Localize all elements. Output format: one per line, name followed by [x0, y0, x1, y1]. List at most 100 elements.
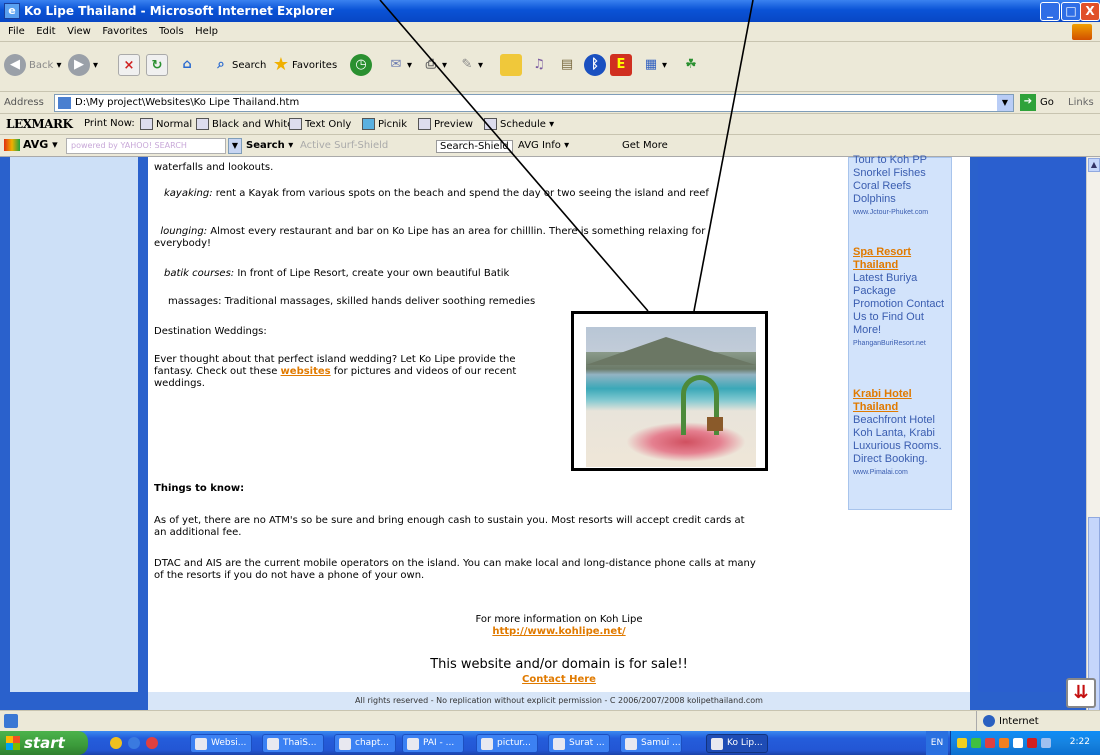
print-normal-button[interactable]: Normal [140, 118, 192, 130]
stop-button[interactable]: × [118, 54, 140, 78]
address-input[interactable]: D:\My project\Websites\Ko Lipe Thailand.… [54, 94, 1014, 112]
beach-wedding-photo [586, 327, 756, 467]
favorites-button[interactable]: ★ Favorites [270, 54, 337, 78]
websites-link[interactable]: websites [281, 366, 331, 377]
massages-paragraph: massages: Traditional massages, skilled … [168, 296, 536, 307]
task-pictures[interactable]: pictur... [476, 734, 538, 753]
history-icon: ◷ [350, 54, 372, 76]
tool-button-people[interactable]: ☘ [680, 54, 702, 78]
task-pai[interactable]: PAI - ... [402, 734, 464, 753]
quicklaunch-icon-1[interactable] [110, 737, 122, 749]
refresh-button[interactable]: ↻ [146, 54, 168, 78]
avg-logo-icon [4, 139, 20, 151]
things-to-know-heading: Things to know: [154, 483, 245, 494]
ad-spa-resort[interactable]: Spa Resort Thailand Latest Buriya Packag… [853, 246, 953, 350]
scroll-to-bottom-icon[interactable]: ⇊ [1066, 678, 1096, 708]
scroll-up-icon[interactable]: ▲ [1088, 158, 1100, 172]
search-shield-button[interactable]: Search-Shield [436, 140, 513, 153]
tool-button-red[interactable]: E [610, 54, 632, 78]
search-button[interactable]: ⌕ Search [210, 54, 266, 78]
research-button[interactable]: ▤ [556, 54, 578, 78]
go-button[interactable]: Go [1040, 97, 1054, 108]
active-surf-shield[interactable]: Active Surf-Shield [300, 140, 388, 151]
tray-icon-3[interactable] [985, 738, 995, 748]
task-samui[interactable]: Samui ... [620, 734, 682, 753]
messenger-button[interactable]: ♫ [528, 54, 550, 78]
yahoo-search-dropdown[interactable]: ▼ [228, 138, 242, 154]
task-thais[interactable]: ThaiS... [262, 734, 324, 753]
folder-button[interactable] [500, 54, 522, 78]
lexmark-toolbar: LEXMARK Print Now: Normal Black and Whit… [0, 114, 1100, 135]
minimize-button[interactable]: _ [1040, 2, 1060, 21]
menu-help[interactable]: Help [195, 26, 218, 37]
window-title: Ko Lipe Thailand - Microsoft Internet Ex… [24, 4, 334, 18]
ad-krabi-title[interactable]: Krabi Hotel Thailand [853, 388, 953, 414]
tray-icon-2[interactable] [971, 738, 981, 748]
tray-icon-5[interactable] [1013, 738, 1023, 748]
folder-icon [500, 54, 522, 76]
weddings-line-3: weddings. [154, 378, 205, 389]
tray-icon-4[interactable] [999, 738, 1009, 748]
language-indicator[interactable]: EN [926, 731, 948, 755]
links-button[interactable]: Links [1068, 97, 1094, 108]
task-surat[interactable]: Surat ... [548, 734, 610, 753]
close-button[interactable]: X [1080, 2, 1100, 21]
menu-edit[interactable]: Edit [36, 26, 55, 37]
go-arrow-icon[interactable]: ➔ [1020, 94, 1036, 111]
schedule-button[interactable]: Schedule ▾ [484, 118, 554, 130]
tray-icon-7[interactable] [1041, 738, 1051, 748]
wedding-photo-frame [571, 311, 768, 471]
avg-info-button[interactable]: AVG Info ▾ [518, 140, 569, 151]
lexmark-logo[interactable]: LEXMARK [6, 117, 73, 131]
for-sale-text: This website and/or domain is for sale!! [430, 657, 688, 672]
contact-here-link[interactable]: Contact Here [522, 674, 596, 685]
chart-icon: ▦ [644, 57, 658, 72]
back-button[interactable]: ◀ Back ▾ [4, 54, 61, 78]
stop-icon: × [118, 54, 140, 76]
atm-paragraph: As of yet, there are no ATM's so be sure… [154, 515, 745, 538]
copyright-footer: All rights reserved - No replication wit… [148, 692, 970, 710]
ad-spa-title[interactable]: Spa Resort Thailand [853, 246, 953, 272]
avg-search-button[interactable]: Search ▾ [246, 140, 293, 151]
preview-button[interactable]: Preview [418, 118, 473, 130]
picnik-button[interactable]: Picnik [362, 118, 407, 130]
preview-icon [418, 118, 431, 130]
print-text-only-button[interactable]: Text Only [289, 118, 351, 130]
tray-icon-1[interactable] [957, 738, 967, 748]
get-more-button[interactable]: Get More [622, 140, 668, 151]
ad-krabi-hotel[interactable]: Krabi Hotel Thailand Beachfront Hotel Ko… [853, 388, 953, 479]
ad-tour-lines[interactable]: Tour to Koh PP Snorkel Fishes Coral Reef… [853, 154, 953, 219]
task-ko-lipe[interactable]: Ko Lip... [706, 734, 768, 753]
vertical-scrollbar[interactable]: ▲ [1086, 157, 1100, 727]
maximize-button[interactable]: □ [1061, 2, 1081, 21]
mail-icon: ✉ [390, 57, 402, 72]
task-chapter[interactable]: chapt... [334, 734, 396, 753]
kohlipe-link[interactable]: http://www.kohlipe.net/ [492, 626, 625, 637]
favorites-star-icon: ★ [272, 54, 290, 75]
tool-button-chart[interactable]: ▦ ▾ [640, 54, 667, 78]
title-bar: e Ko Lipe Thailand - Microsoft Internet … [0, 0, 1100, 22]
quicklaunch-icon-3[interactable] [146, 737, 158, 749]
forward-button[interactable]: ▶ ▾ [68, 54, 98, 78]
edit-button[interactable]: ✎ ▾ [456, 54, 483, 78]
mail-button[interactable]: ✉ ▾ [385, 54, 412, 78]
task-websites[interactable]: Websi... [190, 734, 252, 753]
bluetooth-button[interactable]: ᛒ [584, 54, 606, 78]
home-button[interactable]: ⌂ [176, 54, 198, 78]
kayaking-paragraph: kayaking: rent a Kayak from various spot… [164, 188, 709, 199]
ads-sidebar: Tour to Koh PP Snorkel Fishes Coral Reef… [848, 154, 953, 510]
menu-tools[interactable]: Tools [159, 26, 184, 37]
menu-view[interactable]: View [67, 26, 91, 37]
print-button[interactable]: ⎙ ▾ [420, 54, 447, 78]
tray-icon-6[interactable] [1027, 738, 1037, 748]
menu-favorites[interactable]: Favorites [102, 26, 147, 37]
quicklaunch-ie-icon[interactable] [128, 737, 140, 749]
menu-file[interactable]: File [8, 26, 25, 37]
print-bw-button[interactable]: Black and White [196, 118, 293, 130]
address-dropdown-icon[interactable]: ▼ [997, 95, 1013, 111]
right-column [978, 157, 1086, 692]
yahoo-search-input[interactable]: powered by YAHOO! SEARCH [66, 138, 226, 154]
history-button[interactable]: ◷ [350, 54, 375, 78]
start-button[interactable]: start [0, 731, 88, 755]
avg-menu-button[interactable]: AVG ▾ [4, 138, 58, 151]
